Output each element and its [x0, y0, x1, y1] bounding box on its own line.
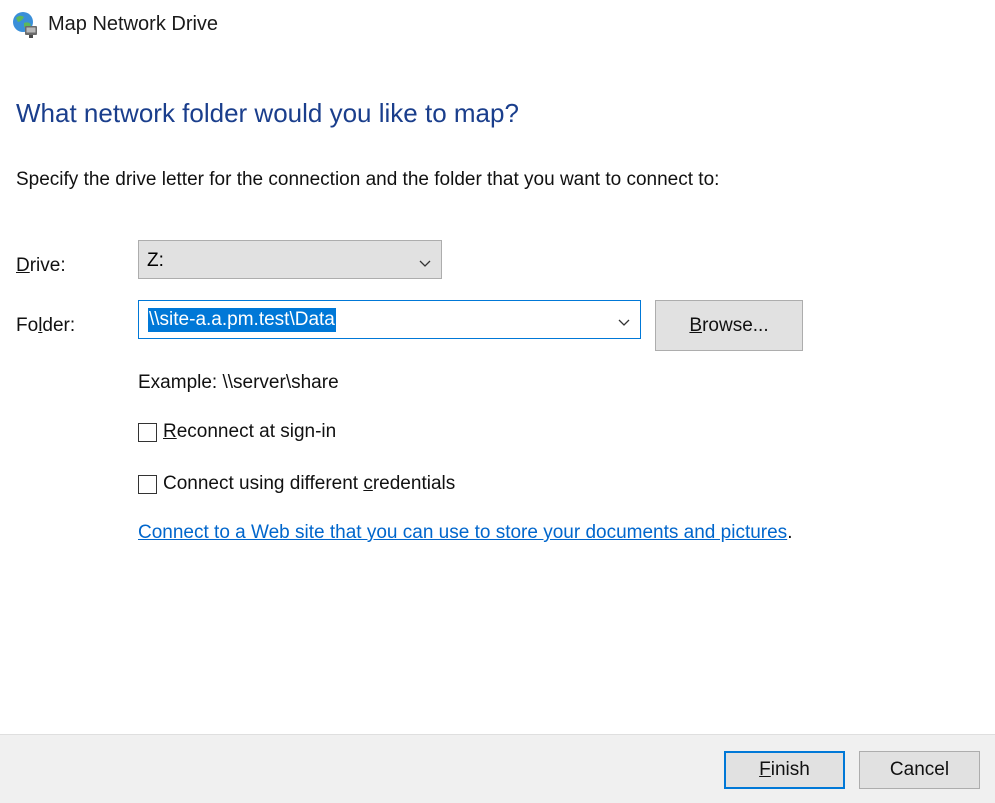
reconnect-accelerator: R: [163, 421, 177, 442]
dialog-footer: [0, 734, 995, 803]
drive-label: Drive:: [16, 255, 66, 276]
chevron-down-icon[interactable]: [418, 256, 432, 267]
drive-letter-value: Z:: [147, 250, 164, 271]
browse-button[interactable]: Browse...: [655, 300, 803, 351]
page-heading: What network folder would you like to ma…: [16, 98, 519, 128]
window-title: Map Network Drive: [48, 13, 219, 35]
chevron-down-icon[interactable]: [617, 315, 631, 326]
credentials-accelerator: c: [363, 473, 373, 494]
reconnect-label[interactable]: Reconnect at sign-in: [163, 421, 336, 443]
credentials-option[interactable]: Connect using different credentials: [138, 472, 455, 496]
drive-label-accelerator: D: [16, 255, 30, 276]
cancel-button[interactable]: Cancel: [859, 751, 980, 789]
network-drive-icon: [11, 10, 39, 40]
reconnect-option[interactable]: Reconnect at sign-in: [138, 420, 336, 444]
instructions-text: Specify the drive letter for the connect…: [16, 169, 720, 190]
reconnect-checkbox[interactable]: [138, 422, 157, 442]
finish-button[interactable]: Finish: [724, 751, 845, 789]
example-hint: Example: \\server\share: [138, 372, 339, 393]
folder-label: Folder:: [16, 315, 76, 336]
browse-accelerator: B: [689, 314, 703, 336]
weblink-line: Connect to a Web site that you can use t…: [138, 522, 792, 544]
folder-path-combobox[interactable]: \\site-a.a.pm.test\Data: [138, 300, 641, 339]
folder-path-value[interactable]: \\site-a.a.pm.test\Data: [148, 308, 336, 332]
map-network-drive-dialog: Map Network Drive What network folder wo…: [0, 0, 995, 803]
title-bar: Map Network Drive: [0, 0, 995, 52]
web-site-link[interactable]: Connect to a Web site that you can use t…: [138, 522, 787, 543]
drive-letter-select[interactable]: Z:: [138, 240, 442, 279]
weblink-suffix: .: [787, 522, 793, 543]
finish-accelerator: F: [759, 759, 771, 780]
credentials-label[interactable]: Connect using different credentials: [163, 473, 455, 495]
credentials-checkbox[interactable]: [138, 474, 157, 494]
